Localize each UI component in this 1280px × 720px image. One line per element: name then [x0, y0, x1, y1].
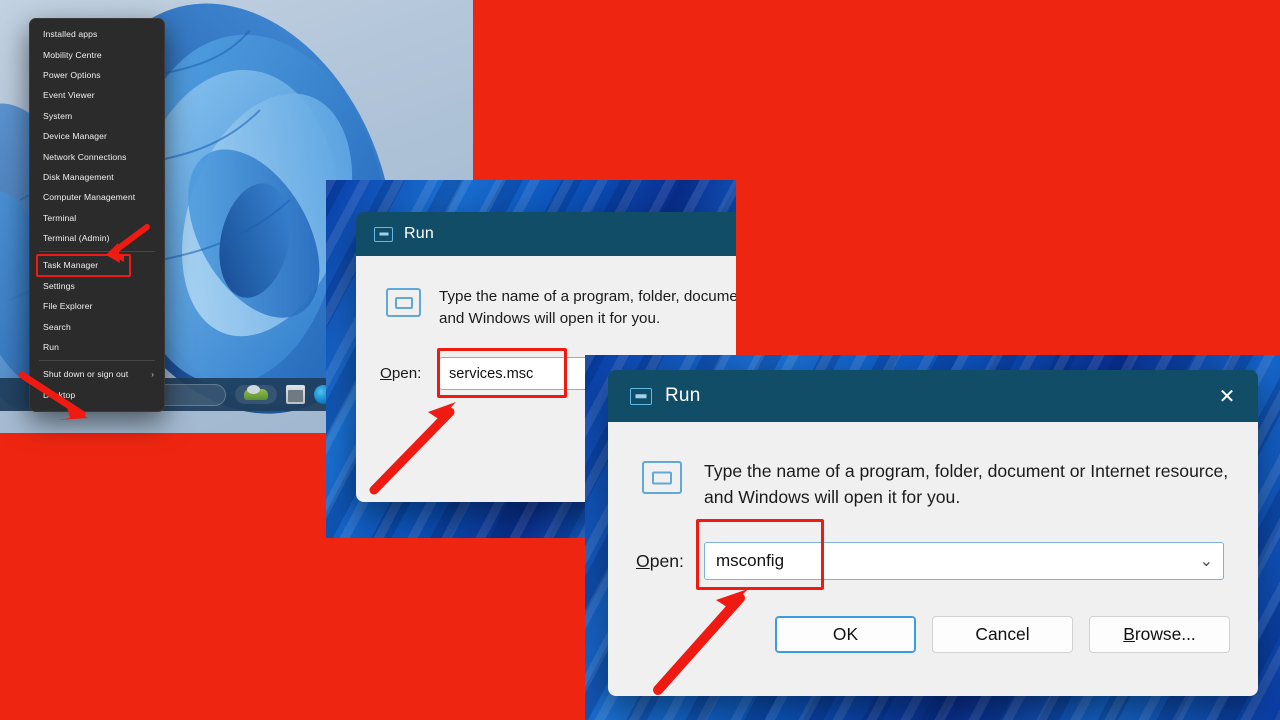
screenshot-stage: Search Installed apps Mobility Centre Powe…: [0, 0, 1280, 720]
run-dialog-2-description-row: Type the name of a program, folder, docu…: [636, 458, 1230, 510]
open-label-rest: pen:: [649, 550, 684, 571]
winx-menu-item-network-connections[interactable]: Network Connections: [30, 146, 164, 166]
winx-menu-item-label: Terminal (Admin): [43, 233, 110, 244]
run-dialog-2-open-row: Open: msconfig ⌄: [636, 542, 1230, 580]
winx-menu-item-task-manager[interactable]: Task Manager: [30, 254, 164, 278]
run-dialog-2-body: Type the name of a program, folder, docu…: [608, 422, 1258, 696]
chevron-right-icon: ›: [151, 369, 154, 379]
winx-menu-item-label: Shut down or sign out: [43, 369, 129, 380]
open-label-accel: O: [380, 365, 392, 382]
winx-menu-item-label: Task Manager: [43, 260, 99, 271]
open-label: Open:: [380, 365, 439, 382]
winx-menu-item-label: Run: [43, 342, 60, 353]
winx-menu-item-file-explorer[interactable]: File Explorer: [30, 296, 164, 316]
close-icon[interactable]: ✕: [1196, 370, 1258, 422]
browse-button[interactable]: Browse...: [1089, 616, 1230, 653]
weather-widget-icon[interactable]: [235, 385, 277, 404]
winx-menu-item-run[interactable]: Run: [30, 337, 164, 357]
winx-menu-item-settings[interactable]: Settings: [30, 276, 164, 296]
run-titlebar-icon: [630, 387, 652, 405]
run-dialog-2-open-input[interactable]: msconfig ⌄: [704, 542, 1224, 580]
winx-menu-item-label: Terminal: [43, 212, 77, 223]
winx-menu-item-label: Search: [43, 321, 71, 332]
winx-menu-item-label: Settings: [43, 280, 75, 291]
selected-text: msconfig: [716, 551, 785, 570]
run-dialog-1-titlebar: Run ✕: [356, 212, 736, 256]
run-program-icon: [642, 461, 682, 494]
winx-menu-item-terminal[interactable]: Terminal: [30, 208, 164, 228]
browse-accel: B: [1123, 624, 1135, 644]
open-label-rest: pen:: [391, 365, 422, 382]
winx-menu-separator: [39, 360, 155, 362]
run-dialog-1-description-row: Type the name of a program, folder, docu…: [380, 286, 736, 330]
winx-menu-item-label: System: [43, 110, 73, 121]
cancel-button[interactable]: Cancel: [932, 616, 1073, 653]
chevron-down-icon[interactable]: ⌄: [1200, 551, 1213, 571]
winx-menu-item-installed-apps[interactable]: Installed apps: [30, 24, 164, 44]
winx-menu-item-label: Device Manager: [43, 131, 107, 142]
run-titlebar-icon: [374, 226, 393, 242]
winx-menu-item-label: Installed apps: [43, 29, 98, 40]
winx-menu-item-label: Desktop: [43, 389, 76, 400]
winx-menu-item-label: Network Connections: [43, 151, 127, 162]
winx-menu-separator: [39, 251, 155, 253]
winx-menu-item-terminal-admin[interactable]: Terminal (Admin): [30, 228, 164, 248]
winx-menu-item-mobility-centre[interactable]: Mobility Centre: [30, 44, 164, 64]
run-dialog-1-title: Run: [404, 225, 434, 242]
winx-menu-item-event-viewer[interactable]: Event Viewer: [30, 85, 164, 105]
run-program-icon: [386, 288, 421, 317]
run-dialog-2-container: Run ✕ Type the name of a program, folder…: [585, 355, 1280, 720]
winx-menu-item-label: Mobility Centre: [43, 49, 102, 60]
run-dialog-2-description: Type the name of a program, folder, docu…: [704, 461, 1229, 507]
open-label-accel: O: [636, 550, 650, 571]
open-label: Open:: [636, 551, 704, 572]
winx-menu-item-device-manager[interactable]: Device Manager: [30, 126, 164, 146]
winx-menu-item-search[interactable]: Search: [30, 316, 164, 336]
winx-menu-item-disk-management[interactable]: Disk Management: [30, 167, 164, 187]
winx-menu-item-computer-management[interactable]: Computer Management: [30, 187, 164, 207]
winx-menu-item-desktop[interactable]: Desktop: [30, 385, 164, 405]
run-dialog-1-description: Type the name of a program, folder, docu…: [439, 288, 736, 327]
run-dialog-2-title: Run: [665, 385, 701, 406]
winx-menu-item-system[interactable]: System: [30, 106, 164, 126]
ok-button[interactable]: OK: [775, 616, 916, 653]
winx-menu-item-power-options[interactable]: Power Options: [30, 65, 164, 85]
winx-menu-item-label: Computer Management: [43, 192, 136, 203]
run-dialog-2-titlebar: Run ✕: [608, 370, 1258, 422]
browse-rest: rowse...: [1134, 624, 1196, 644]
winx-context-menu[interactable]: Installed apps Mobility Centre Power Optio…: [29, 18, 165, 413]
winx-menu-item-label: Disk Management: [43, 171, 114, 182]
run-dialog-2-input-value: msconfig: [716, 551, 1200, 571]
file-explorer-icon[interactable]: [286, 385, 305, 404]
run-dialog-2-button-row: OK Cancel Browse...: [636, 616, 1230, 653]
winx-menu-item-label: File Explorer: [43, 301, 93, 312]
run-dialog-2: Run ✕ Type the name of a program, folder…: [608, 370, 1258, 696]
winx-menu-item-label: Power Options: [43, 69, 101, 80]
winx-menu-item-label: Event Viewer: [43, 90, 95, 101]
winx-menu-item-shut-down-or-sign-out[interactable]: Shut down or sign out ›: [30, 364, 164, 384]
